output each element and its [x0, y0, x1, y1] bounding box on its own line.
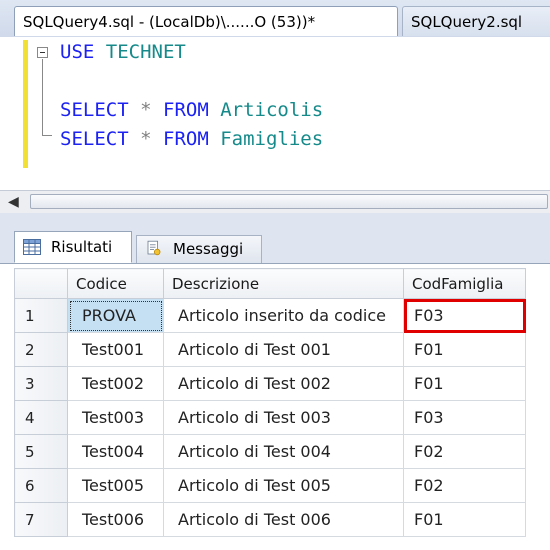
code-line-3[interactable]: SELECT * FROM Articolis: [60, 99, 323, 121]
cell-codice[interactable]: PROVA: [67, 298, 164, 333]
tab-label: Risultati: [51, 238, 113, 256]
keyword: SELECT: [60, 128, 129, 150]
cell-codfamiglia[interactable]: F03: [403, 298, 526, 333]
cell-codfamiglia[interactable]: F01: [403, 366, 526, 401]
keyword: FROM: [163, 99, 209, 121]
grid-header-row: Codice Descrizione CodFamiglia: [14, 268, 526, 299]
query-editor[interactable]: USE TECHNET SELECT * FROM Articolis SELE…: [0, 37, 550, 190]
row-number-header[interactable]: [14, 268, 68, 299]
pane-splitter[interactable]: [0, 213, 550, 227]
table-row: 3 Test002 Articolo di Test 002 F01: [14, 366, 526, 401]
column-header-descrizione[interactable]: Descrizione: [163, 268, 404, 299]
editor-horizontal-scrollbar[interactable]: ◀: [0, 190, 550, 214]
cell-codfamiglia[interactable]: F03: [403, 400, 526, 435]
cell-codice[interactable]: Test002: [67, 366, 164, 401]
column-header-codfamiglia[interactable]: CodFamiglia: [403, 268, 526, 299]
cell-codice[interactable]: Test006: [67, 502, 164, 537]
cell-descrizione[interactable]: Articolo di Test 006: [163, 502, 404, 537]
table-row: 4 Test003 Articolo di Test 003 F03: [14, 400, 526, 435]
code-line-1[interactable]: USE TECHNET: [60, 41, 186, 63]
changed-lines-marker: [23, 40, 28, 168]
keyword: FROM: [163, 128, 209, 150]
table-row: 2 Test001 Articolo di Test 001 F01: [14, 332, 526, 367]
results-grid: Codice Descrizione CodFamiglia 1 PROVA A…: [14, 268, 526, 537]
row-number[interactable]: 3: [14, 366, 68, 401]
cell-codfamiglia[interactable]: F01: [403, 502, 526, 537]
cell-descrizione[interactable]: Articolo di Test 005: [163, 468, 404, 503]
collapse-toggle-icon[interactable]: [37, 47, 48, 58]
cell-codfamiglia[interactable]: F02: [403, 434, 526, 469]
cell-codfamiglia[interactable]: F01: [403, 332, 526, 367]
tab-messaggi[interactable]: Messaggi: [136, 235, 262, 263]
tab-label: SQLQuery2.sql: [411, 13, 523, 31]
outline-line: [42, 59, 43, 135]
tab-label: SQLQuery4.sql - (LocalDb)\......O (53))*: [23, 13, 316, 31]
results-grid-area: Codice Descrizione CodFamiglia 1 PROVA A…: [0, 264, 550, 550]
identifier: TECHNET: [105, 41, 186, 63]
row-number[interactable]: 6: [14, 468, 68, 503]
row-number[interactable]: 7: [14, 502, 68, 537]
identifier: Famiglies: [220, 128, 324, 150]
table-row: 5 Test004 Articolo di Test 004 F02: [14, 434, 526, 469]
cell-codice[interactable]: Test003: [67, 400, 164, 435]
row-number[interactable]: 4: [14, 400, 68, 435]
cell-codfamiglia[interactable]: F02: [403, 468, 526, 503]
operator: *: [140, 128, 152, 150]
identifier: Articolis: [220, 99, 324, 121]
cell-codice[interactable]: Test004: [67, 434, 164, 469]
document-tab-bar: SQLQuery4.sql - (LocalDb)\......O (53))*…: [0, 0, 550, 38]
cell-descrizione[interactable]: Articolo di Test 004: [163, 434, 404, 469]
tab-risultati[interactable]: Risultati: [14, 231, 132, 263]
outline-line-end: [42, 135, 52, 136]
table-row: 6 Test005 Articolo di Test 005 F02: [14, 468, 526, 503]
tab-sqlquery2[interactable]: SQLQuery2.sql: [402, 6, 550, 36]
column-header-codice[interactable]: Codice: [67, 268, 164, 299]
results-tab-bar: Risultati Messaggi: [0, 227, 550, 264]
table-row: 1 PROVA Articolo inserito da codice F03: [14, 298, 526, 333]
code-line-4[interactable]: SELECT * FROM Famiglies: [60, 128, 323, 150]
table-row: 7 Test006 Articolo di Test 006 F01: [14, 502, 526, 537]
cell-descrizione[interactable]: Articolo di Test 003: [163, 400, 404, 435]
keyword: USE: [60, 41, 95, 63]
grid-icon: [23, 239, 41, 255]
cell-codice[interactable]: Test005: [67, 468, 164, 503]
cell-codice[interactable]: Test001: [67, 332, 164, 367]
tab-label: Messaggi: [173, 240, 244, 258]
cell-descrizione[interactable]: Articolo di Test 002: [163, 366, 404, 401]
row-number[interactable]: 1: [14, 298, 68, 333]
keyword: SELECT: [60, 99, 129, 121]
row-number[interactable]: 5: [14, 434, 68, 469]
operator: *: [140, 99, 152, 121]
cell-descrizione[interactable]: Articolo inserito da codice: [163, 298, 404, 333]
tab-sqlquery4[interactable]: SQLQuery4.sql - (LocalDb)\......O (53))*: [14, 6, 398, 36]
messages-icon: [147, 240, 161, 256]
row-number[interactable]: 2: [14, 332, 68, 367]
cell-descrizione[interactable]: Articolo di Test 001: [163, 332, 404, 367]
scroll-left-arrow-icon[interactable]: ◀: [8, 194, 19, 210]
scrollbar-thumb[interactable]: [30, 194, 548, 209]
